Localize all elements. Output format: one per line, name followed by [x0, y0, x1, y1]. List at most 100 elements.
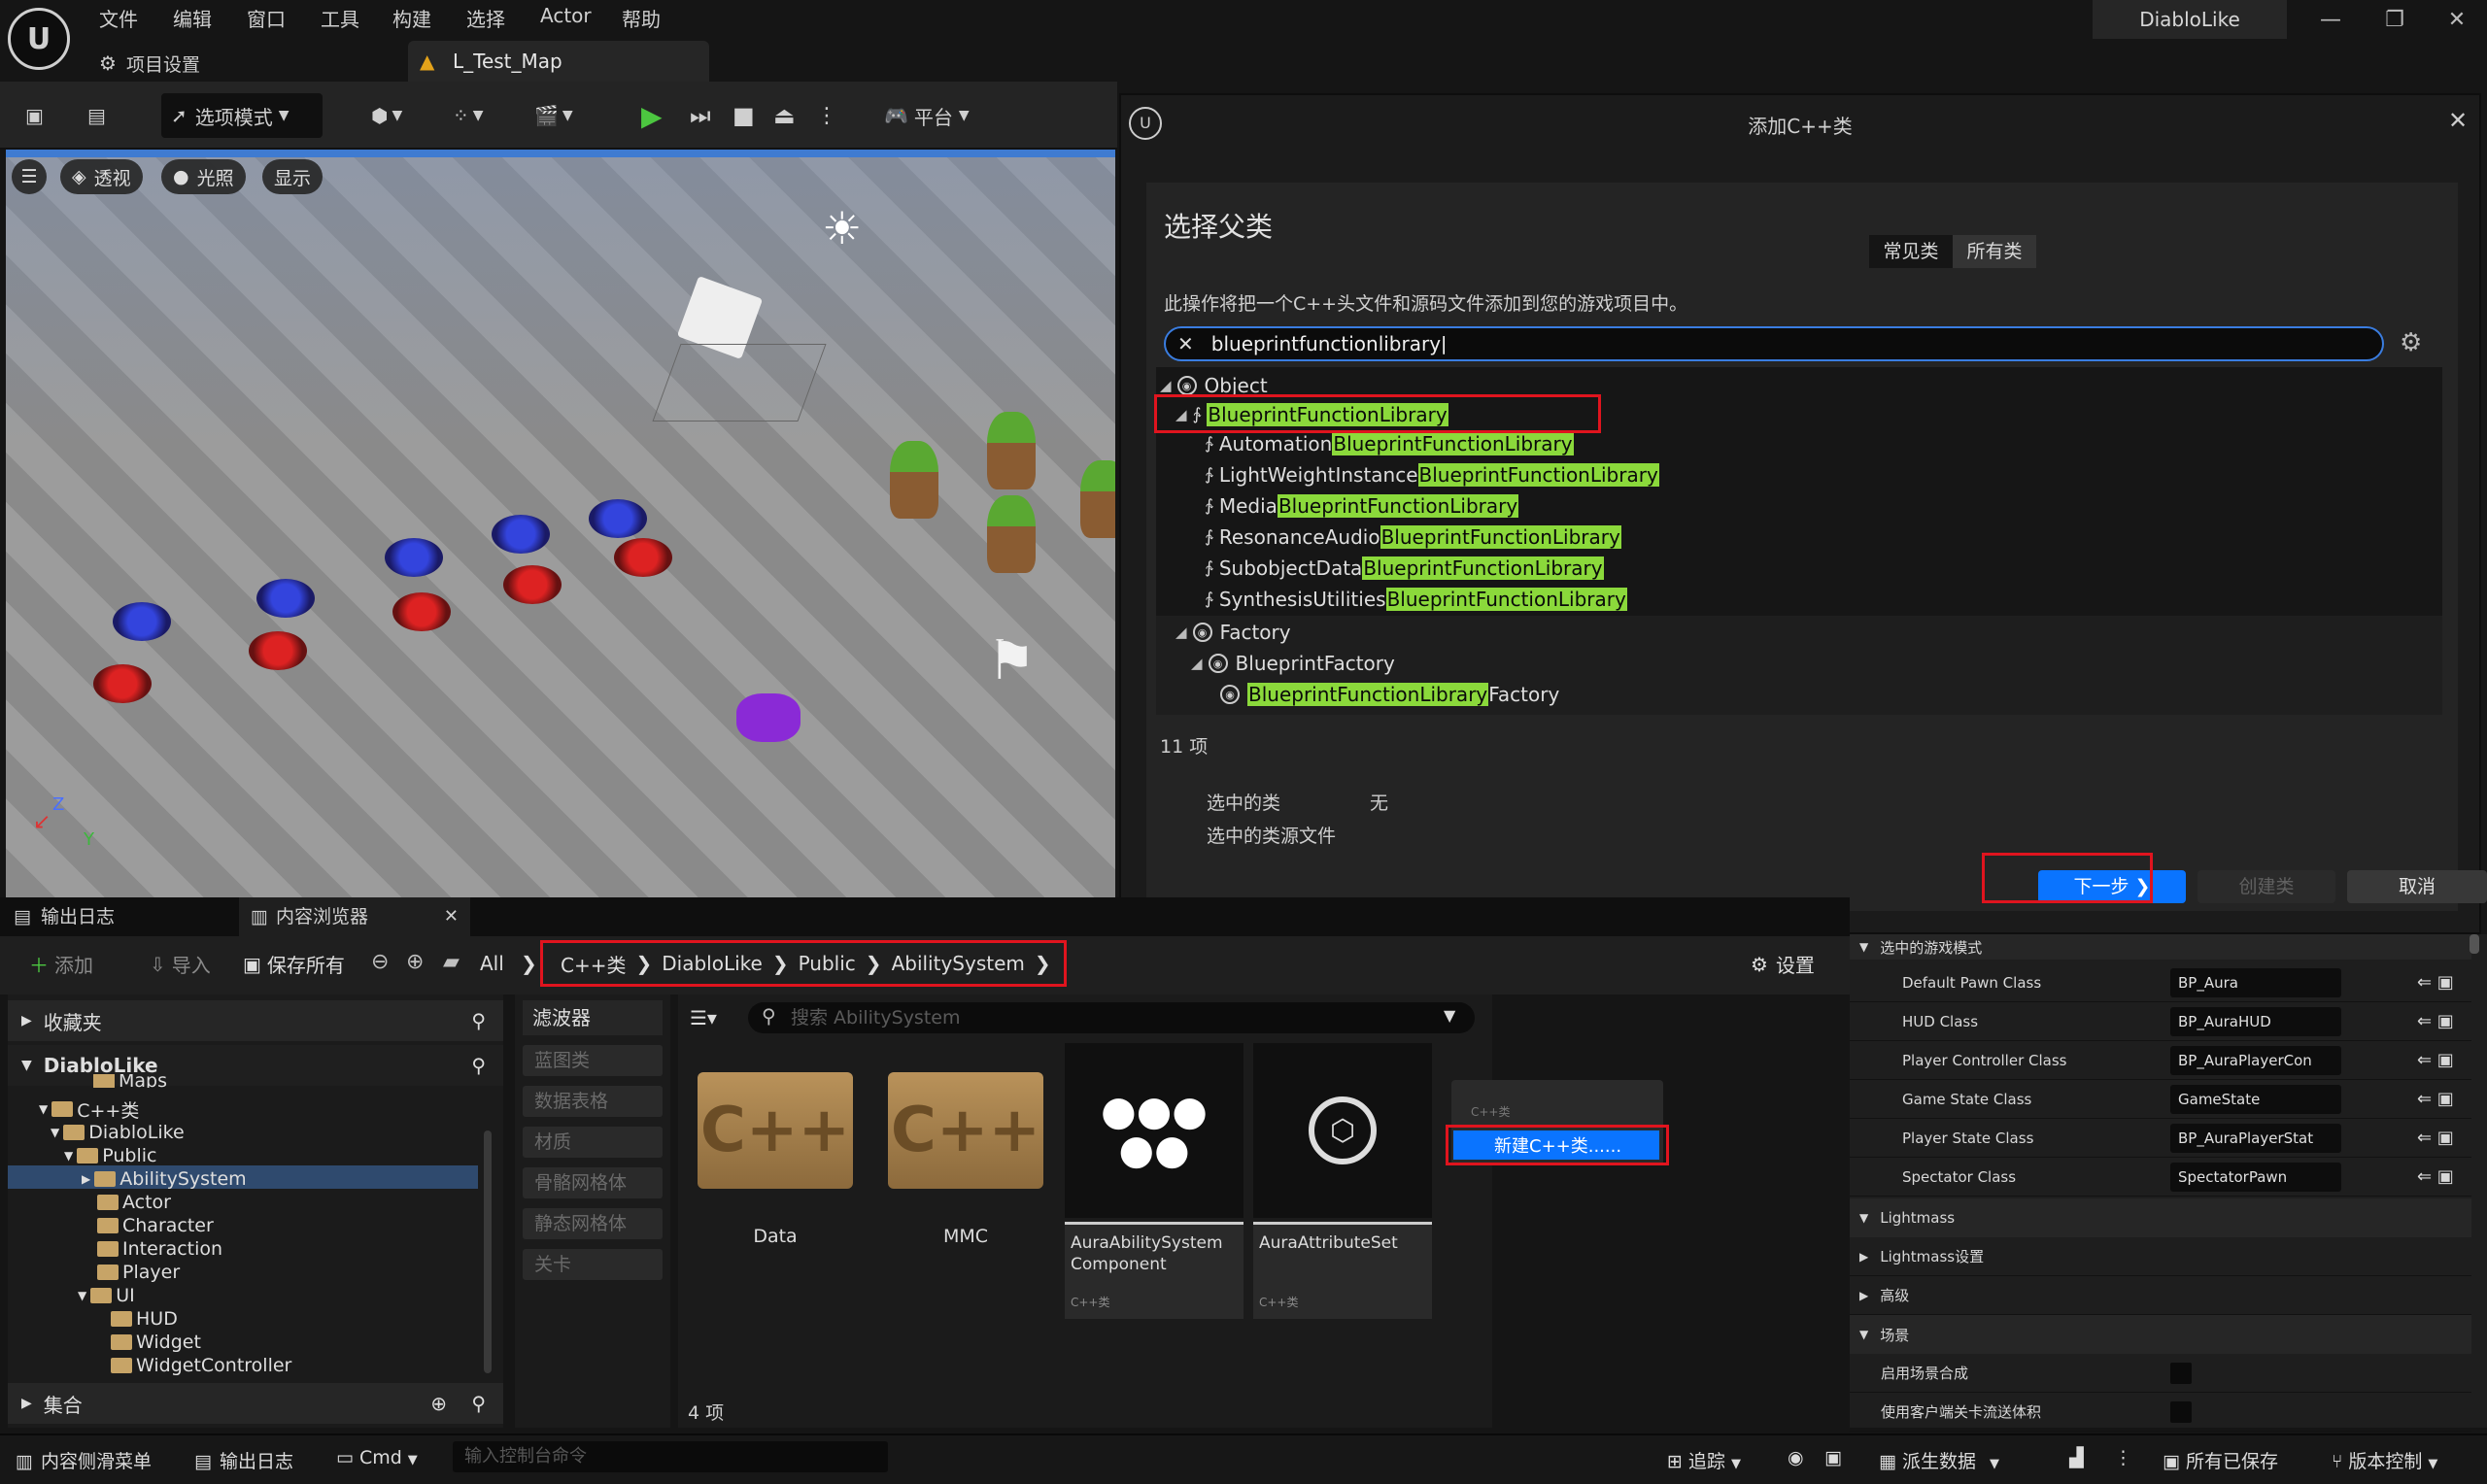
breadcrumb-item[interactable]: C++类 [561, 950, 626, 978]
enemy-red[interactable] [93, 664, 152, 703]
menu-edit[interactable]: 编辑 [173, 4, 212, 32]
reset-arrow-icon[interactable]: ⇐ ▣ [2417, 1166, 2454, 1187]
favorites-header[interactable]: ▶ 收藏夹 ⚲ [8, 1000, 503, 1041]
add-collection-icon[interactable]: ⊕ [430, 1392, 447, 1415]
details-row-select[interactable]: GameState [2170, 1084, 2341, 1114]
play-icon[interactable]: ▶ [631, 93, 672, 138]
details-row-select[interactable]: BP_AuraHUD [2170, 1006, 2341, 1036]
filter-dropdown-icon[interactable]: ☰▾ [690, 1006, 717, 1029]
filter-item[interactable]: 骨骼网格体 [523, 1167, 663, 1198]
trace-button[interactable]: ⊞ 追踪 ▼ [1667, 1447, 1741, 1473]
class-search-input[interactable]: ✕ blueprintfunctionlibrary | [1164, 326, 2384, 361]
expand-arrow-icon[interactable]: ◢ [1175, 624, 1187, 641]
folder-item[interactable]: ▼ DiabloLike [51, 1121, 185, 1144]
tree-node-bfl-factory[interactable]: ◉ BlueprintFunctionLibrary Factory [1220, 680, 1559, 709]
history-back-icon[interactable]: ⊖ [371, 950, 389, 974]
project-header[interactable]: ▼ DiabloLike ⚲ [8, 1045, 503, 1086]
menu-help[interactable]: 帮助 [622, 4, 661, 32]
chevron-right-icon[interactable]: ❯ [866, 952, 882, 975]
source-control-button[interactable]: ⑂ 版本控制 ▼ [2332, 1447, 2437, 1473]
tree-node-child[interactable]: ∱ ResonanceAudio BlueprintFunctionLibrary [1205, 523, 1621, 552]
enemy-blue[interactable] [113, 602, 171, 641]
tab-level-map[interactable]: ▲ L_Test_Map [408, 41, 709, 82]
search-icon[interactable]: ⚲ [471, 1009, 486, 1032]
console-input[interactable]: 输入控制台命令 [453, 1441, 888, 1472]
tree-node-child[interactable]: ∱ LightWeightInstance BlueprintFunctionLi… [1205, 460, 1659, 489]
filter-item[interactable]: 材质 [523, 1127, 663, 1158]
tree-node-child[interactable]: ∱ SynthesisUtilities BlueprintFunctionLib… [1205, 585, 1627, 614]
search-icon[interactable]: ⚲ [471, 1054, 486, 1077]
enemy-red[interactable] [614, 538, 672, 577]
more-options-icon[interactable]: ⋮ [806, 93, 847, 138]
folder-item-selected[interactable]: ▶ AbilitySystem [82, 1167, 247, 1191]
record-icon[interactable]: ◉ [1788, 1447, 1804, 1468]
perspective-button[interactable]: ◈ 透视 [60, 159, 143, 194]
lighting-button[interactable]: ● 光照 [161, 159, 246, 194]
close-icon[interactable]: ✕ [444, 897, 459, 936]
enemy-red[interactable] [249, 631, 307, 670]
menu-build[interactable]: 构建 [392, 4, 431, 32]
platform-dropdown[interactable]: 🎮 平台 ▼ [874, 93, 979, 138]
collections-header[interactable]: ▶ 集合 ⊕ ⚲ [8, 1383, 503, 1424]
purple-character[interactable] [736, 693, 801, 742]
enemy-blue[interactable] [589, 499, 647, 538]
tab-all-classes[interactable]: 所有类 [1953, 235, 2036, 268]
folder-icon[interactable]: ▰ [443, 950, 460, 974]
save-icon[interactable]: ▣ [16, 93, 53, 138]
expand-arrow-icon[interactable]: ◢ [1191, 655, 1203, 672]
asset-tile-cpp-class[interactable]: ●●● ●● AuraAbilitySystem Component C++类 [1065, 1043, 1244, 1319]
folder-item[interactable]: ▼ Public [64, 1144, 156, 1167]
folder-item[interactable]: Widget [111, 1331, 201, 1354]
filter-item[interactable]: 数据表格 [523, 1086, 663, 1117]
chevron-right-icon[interactable]: ❯ [635, 952, 652, 975]
breadcrumb-separator-icon[interactable]: ❯ [521, 952, 537, 975]
gamemode-section-header[interactable]: ▼ 选中的游戏模式 [1850, 934, 2471, 960]
breadcrumb-all[interactable]: All [480, 952, 504, 975]
filter-item[interactable]: 静态网格体 [523, 1208, 663, 1239]
menu-actor[interactable]: Actor [540, 4, 592, 27]
asset-search-input[interactable]: 搜索 AbilitySystem [748, 1002, 1475, 1033]
tree-node-child[interactable]: ∱ Media BlueprintFunctionLibrary [1205, 491, 1519, 521]
asset-tile-cpp-class[interactable]: ⬡ AuraAttributeSet C++类 [1253, 1043, 1432, 1319]
close-window-icon[interactable]: ✕ [2442, 8, 2471, 37]
close-icon[interactable]: ✕ [2448, 107, 2468, 134]
enemy-blue[interactable] [385, 538, 443, 577]
menu-file[interactable]: 文件 [99, 4, 138, 32]
menu-window[interactable]: 窗口 [247, 4, 286, 32]
blueprint-icon[interactable]: ⁘ ▼ [443, 93, 494, 138]
folder-item[interactable]: Actor [97, 1191, 171, 1214]
screenshot-icon[interactable]: ▣ [1824, 1447, 1842, 1468]
cancel-button[interactable]: 取消 [2347, 870, 2487, 903]
folder-item[interactable]: Character [97, 1214, 214, 1237]
details-row-select[interactable]: SpectatorPawn [2170, 1162, 2341, 1192]
folder-item[interactable]: Interaction [97, 1237, 222, 1261]
all-saved-button[interactable]: ▣ 所有已保存 [2163, 1447, 2278, 1473]
cmd-dropdown[interactable]: ▭ Cmd ▼ [336, 1447, 418, 1468]
save-all-button[interactable]: ▣ 保存所有 [243, 950, 345, 978]
level-viewport[interactable]: ☰ ◈ 透视 ● 光照 显示 ☀ ⚑ ↙ Z Y [6, 150, 1115, 897]
add-button[interactable]: ＋添加 [29, 950, 93, 978]
chevron-right-icon[interactable]: ❯ [772, 952, 789, 975]
tree-scrollbar[interactable] [484, 1130, 492, 1373]
create-class-button[interactable]: 创建类 [2197, 870, 2335, 903]
tree-node-factory[interactable]: ◢ ◉ Factory [1175, 618, 1291, 647]
source-content-icon[interactable]: ▤ [78, 93, 116, 138]
details-row[interactable]: ▶ Lightmass设置 [1850, 1237, 2471, 1276]
import-button[interactable]: ⇩ 导入 [150, 950, 211, 978]
enemy-red[interactable] [392, 592, 451, 631]
enemy-red[interactable] [503, 565, 562, 604]
step-icon[interactable]: ⏭ [680, 93, 721, 138]
chevron-right-icon[interactable]: ❯ [1035, 952, 1051, 975]
eject-icon[interactable]: ⏏ [764, 93, 805, 138]
stats-icon[interactable]: ▟ [2069, 1447, 2084, 1468]
folder-item[interactable]: Maps [93, 1074, 167, 1088]
enemy-blue[interactable] [492, 515, 550, 554]
directional-light-icon[interactable]: ☀ [822, 204, 870, 253]
clear-icon[interactable]: ✕ [1177, 332, 1194, 355]
reset-arrow-icon[interactable]: ⇐ ▣ [2417, 1050, 2454, 1070]
checkbox[interactable] [2170, 1400, 2192, 1423]
details-row-select[interactable]: BP_AuraPlayerCon [2170, 1045, 2341, 1075]
details-row-select[interactable]: BP_AuraPlayerStat [2170, 1123, 2341, 1153]
reset-arrow-icon[interactable]: ⇐ ▣ [2417, 1011, 2454, 1031]
search-icon[interactable]: ⚲ [471, 1392, 486, 1415]
